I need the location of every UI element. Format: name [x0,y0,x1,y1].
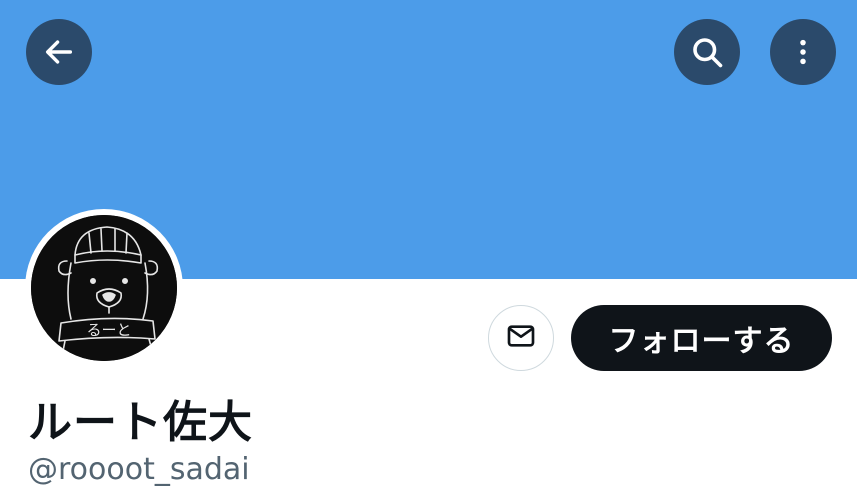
arrow-left-icon [42,35,76,69]
more-vertical-icon [788,37,818,67]
avatar-scarf-text: るーと [86,321,131,339]
user-handle: @roooot_sadai [28,452,250,487]
search-button[interactable] [674,19,740,85]
more-button[interactable] [770,19,836,85]
display-name: ルート佐大 [28,397,253,448]
avatar[interactable]: るーと [25,209,183,367]
bear-drawing-icon: るーと [31,215,177,361]
back-button[interactable] [26,19,92,85]
search-icon [689,34,725,70]
follow-button[interactable]: フォローする [571,305,832,371]
envelope-icon [505,320,537,356]
message-button[interactable] [488,305,554,371]
profile-page: るーと フォローする ルート佐大 @roooot_sadai [0,0,857,502]
avatar-image: るーと [31,215,177,361]
